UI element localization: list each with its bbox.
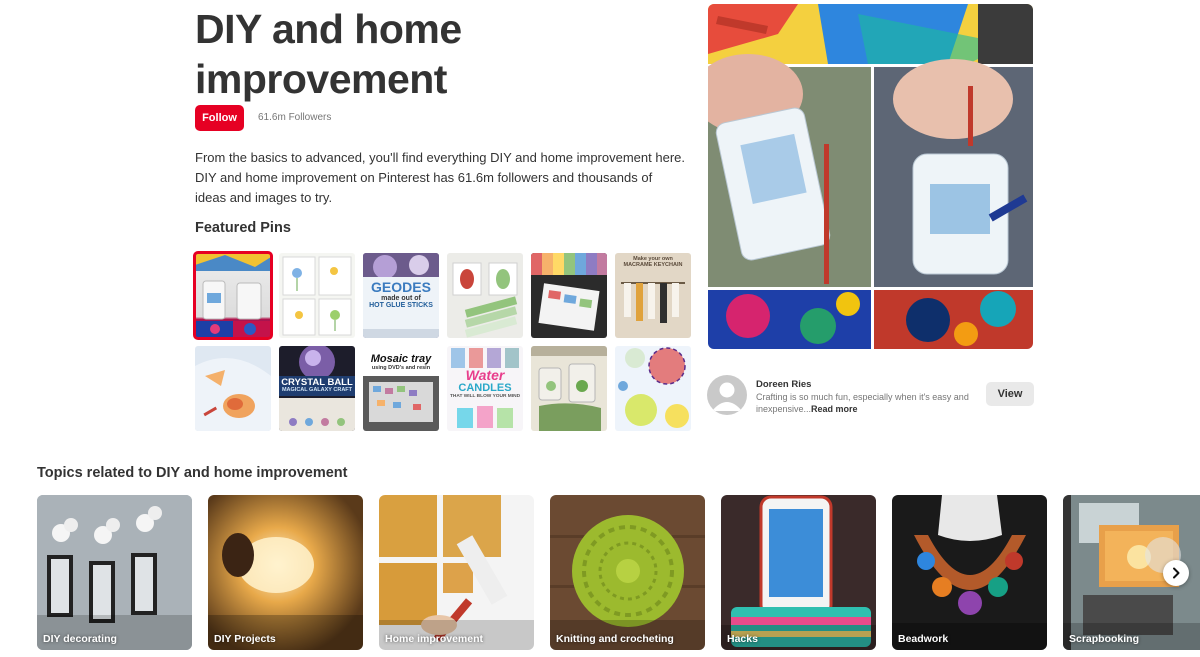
pin-macrame-image [621,282,685,323]
pin-thumbnail-geodes[interactable]: GEODES made out of HOT GLUE STICKS [363,253,439,338]
pin-thumbnail-paint-swatches[interactable] [531,253,607,338]
topic-card-home-improvement[interactable]: Home improvement [379,495,534,650]
topic-diy-projects-image [208,495,363,650]
pin-water-candles-line3: THAT WILL BLOW YOUR MIND [449,394,521,400]
topic-card-hacks[interactable]: Hacks [721,495,876,650]
related-topics-heading: Topics related to DIY and home improveme… [37,465,348,481]
pin-jar-terrarium-image [531,346,607,431]
pin-geodes-line2: made out of [381,294,421,302]
topic-description: From the basics to advanced, you'll find… [195,150,685,205]
pin-pressed-flowers-image [282,256,352,336]
featured-pins-grid: GEODES made out of HOT GLUE STICKS Make … [193,251,692,431]
topic-label-home-improvement: Home improvement [385,633,484,645]
pin-thumbnail-water-candles[interactable]: Water CANDLES THAT WILL BLOW YOUR MIND [447,346,523,431]
pin-thumbnail-alcohol-ink[interactable] [193,251,273,340]
topic-label-scrapbooking: Scrapbooking [1069,633,1140,645]
page-title: DIY and home improvement [195,6,462,102]
pin-description: Crafting is so much fun, especially when… [756,391,976,415]
pin-thumbnail-watercolor[interactable] [195,346,271,431]
pin-paint-chip-fruit-image [452,262,518,338]
topic-card-knitting-crocheting[interactable]: Knitting and crocheting [550,495,705,650]
follow-button[interactable]: Follow [195,105,244,131]
pin-watercolor-image [195,358,271,431]
topic-beadwork-image [892,495,1047,650]
pin-string-balls-image [618,347,689,428]
hero-pin-image [708,4,1033,349]
topic-home-improvement-image [379,495,534,650]
topic-card-beadwork[interactable]: Beadwork [892,495,1047,650]
related-topics-carousel: DIY decorating DIY Projects Home improve… [37,495,1200,651]
read-more-link[interactable]: Read more [811,404,858,414]
pin-thumbnail-jar-terrarium[interactable] [531,346,607,431]
carousel-next-button[interactable] [1163,560,1189,586]
featured-pins-heading: Featured Pins [195,220,291,236]
pin-water-candles-line1: Water [465,367,505,383]
topic-card-diy-projects[interactable]: DIY Projects [208,495,363,650]
user-avatar-icon[interactable] [707,375,747,415]
pin-water-candles-line2: CANDLES [458,381,512,394]
pin-thumbnail-crystal-ball[interactable]: CRYSTAL BALL MAGICAL GALAXY CRAFT [279,346,355,431]
topic-label-knitting-crocheting: Knitting and crocheting [556,633,674,645]
view-button[interactable]: View [986,382,1034,406]
pin-description-text: Crafting is so much fun, especially when… [756,392,969,414]
topic-label-diy-decorating: DIY decorating [43,633,117,645]
topic-label-diy-projects: DIY Projects [214,633,276,645]
pin-alcohol-ink-image [195,253,271,338]
pin-mosaic-image [363,376,439,431]
featured-pin-hero[interactable] [708,4,1033,349]
pin-thumbnail-macrame-keychain[interactable]: Make your own MACRAME KEYCHAIN [615,253,691,338]
pinner-card: Doreen Ries Crafting is so much fun, esp… [707,375,1035,415]
followers-count: 61.6m Followers [258,112,332,123]
pin-geodes-line1: GEODES [371,279,431,295]
pin-thumbnail-pressed-flowers[interactable] [279,253,355,338]
avatar-silhouette [712,382,742,411]
pin-crystal-ball-line2: MAGICAL GALAXY CRAFT [281,386,353,393]
pin-thumbnail-paint-chip-fruit[interactable] [447,253,523,338]
chevron-right-icon [1173,567,1180,579]
pinner-name[interactable]: Doreen Ries [756,379,811,390]
topic-knitting-image [550,495,705,650]
pin-geodes-line3: HOT GLUE STICKS [369,302,433,310]
topic-hacks-image [721,495,876,650]
pin-thumbnail-string-balls[interactable] [615,346,691,431]
topic-diy-decorating-image [37,495,192,650]
topic-card-diy-decorating[interactable]: DIY decorating [37,495,192,650]
topic-label-beadwork: Beadwork [898,633,949,645]
pin-thumbnail-mosaic-tray[interactable]: Mosaic tray using DVD's and resin [363,346,439,431]
topic-label-hacks: Hacks [727,633,758,645]
pin-paint-swatches-image [531,253,607,331]
